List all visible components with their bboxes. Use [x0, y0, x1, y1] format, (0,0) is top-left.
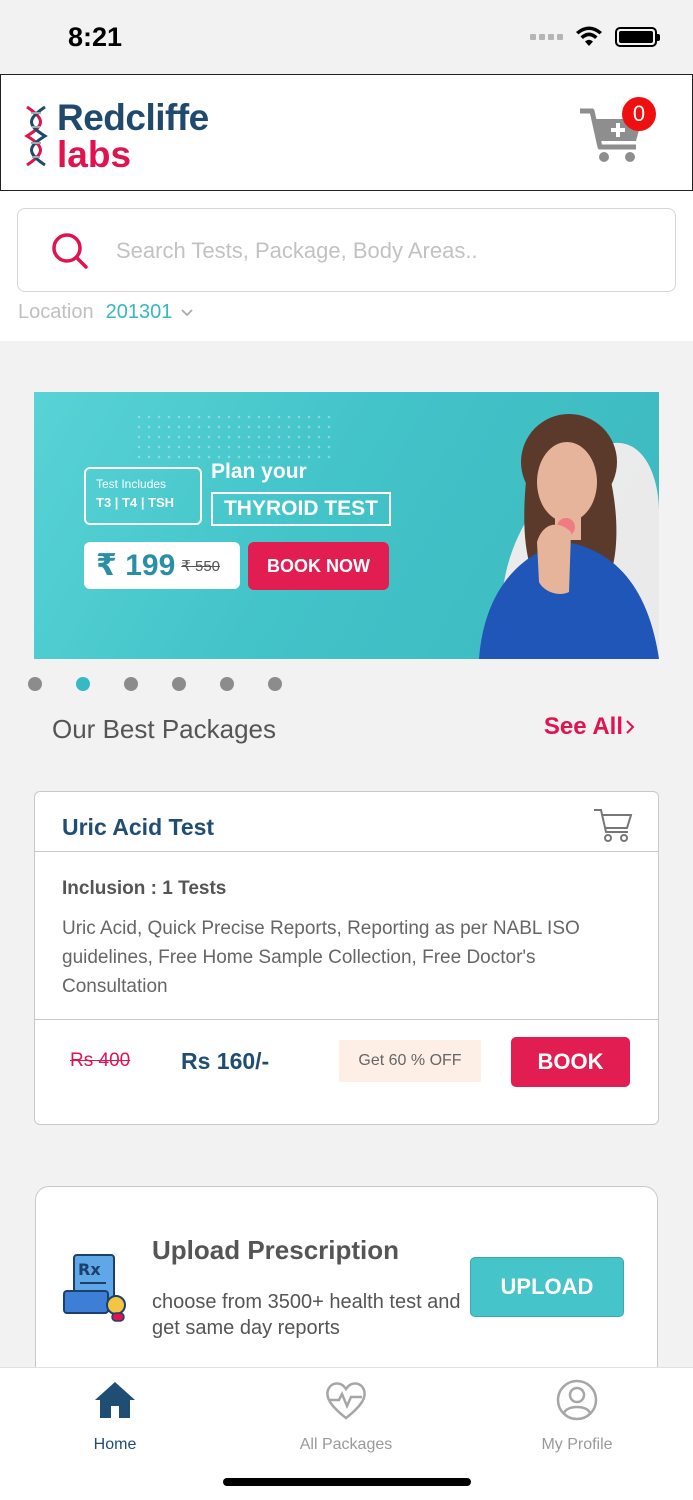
best-packages-title: Our Best Packages — [52, 714, 276, 744]
location-value: 201301 — [105, 301, 173, 323]
divider — [35, 851, 658, 852]
chevron-down-icon — [181, 308, 194, 316]
banner-price-old: ₹ 550 — [181, 557, 221, 575]
banner-pattern — [134, 412, 334, 462]
upload-button[interactable]: UPLOAD — [470, 1257, 624, 1317]
package-old-price: Rs 400 — [70, 1050, 131, 1071]
package-price: Rs 160/- — [181, 1048, 270, 1074]
battery-icon — [615, 27, 660, 47]
cart-button[interactable]: 0 — [578, 97, 656, 171]
brand-subname: labs — [57, 134, 132, 175]
nav-home-label: Home — [93, 1436, 137, 1453]
carousel-dot[interactable] — [172, 677, 186, 691]
test-includes-value: T3 | T4 | TSH — [96, 495, 175, 510]
test-includes-label: Test Includes — [96, 477, 167, 491]
user-icon — [556, 1379, 598, 1421]
home-indicator — [223, 1478, 471, 1486]
banner-plan-text: Plan your — [211, 460, 307, 483]
signal-icon — [530, 34, 563, 40]
see-all-label: See All — [543, 713, 623, 740]
package-title: Uric Acid Test — [62, 814, 215, 840]
svg-text:Rx: Rx — [78, 1260, 101, 1279]
see-all-link[interactable]: See All — [544, 713, 637, 741]
book-button[interactable]: BOOK — [511, 1037, 630, 1087]
carousel-dot[interactable] — [268, 677, 282, 691]
app-header: Redcliffe labs 0 — [0, 74, 693, 191]
banner-price-new: ₹ 199 — [96, 549, 176, 582]
package-card[interactable]: Uric Acid Test Inclusion : 1 Tests Uric … — [34, 791, 659, 1125]
dna-helix-icon — [24, 105, 48, 167]
nav-my-profile[interactable]: My Profile — [497, 1378, 657, 1454]
upload-description: choose from 3500+ health test and get sa… — [152, 1291, 461, 1339]
status-time: 8:21 — [68, 22, 123, 52]
divider — [35, 1019, 658, 1020]
search-icon — [52, 233, 88, 269]
prescription-icon: Rx — [63, 1254, 126, 1322]
wifi-icon — [576, 26, 602, 46]
home-icon — [95, 1382, 135, 1418]
carousel-dot[interactable] — [124, 677, 138, 691]
carousel-dot-active[interactable] — [76, 677, 90, 691]
chevron-right-icon — [626, 720, 635, 734]
carousel-dot[interactable] — [220, 677, 234, 691]
banner-model-image — [479, 414, 659, 659]
search-box[interactable] — [17, 208, 676, 292]
test-includes-box: Test Includes T3 | T4 | TSH — [84, 467, 202, 525]
nav-home[interactable]: Home — [35, 1378, 195, 1454]
status-bar: 8:21 — [0, 0, 693, 74]
search-area: Location 201301 — [0, 191, 693, 341]
location-label: Location — [18, 301, 94, 323]
cart-count-badge: 0 — [622, 97, 656, 131]
search-input[interactable] — [116, 229, 656, 273]
package-description: Uric Acid, Quick Precise Reports, Report… — [62, 918, 580, 997]
nav-all-packages-label: All Packages — [299, 1436, 393, 1453]
location-selector[interactable]: Location 201301 — [18, 301, 194, 324]
carousel-dot[interactable] — [28, 677, 42, 691]
nav-my-profile-label: My Profile — [541, 1436, 613, 1453]
package-inclusion: Inclusion : 1 Tests — [62, 878, 227, 899]
upload-title: Upload Prescription — [152, 1235, 400, 1265]
promo-banner[interactable]: Test Includes T3 | T4 | TSH Plan your TH… — [34, 392, 659, 659]
heart-pulse-icon — [326, 1382, 366, 1420]
carousel-dots — [28, 677, 282, 691]
status-icons — [530, 26, 660, 48]
nav-all-packages[interactable]: All Packages — [266, 1378, 426, 1454]
banner-price: ₹ 199 ₹ 550 — [84, 542, 240, 589]
brand-name: Redcliffe — [57, 97, 209, 138]
add-to-cart-icon[interactable] — [592, 806, 634, 844]
brand-logo[interactable]: Redcliffe labs — [23, 99, 209, 173]
package-offer-badge: Get 60 % OFF — [339, 1040, 481, 1082]
